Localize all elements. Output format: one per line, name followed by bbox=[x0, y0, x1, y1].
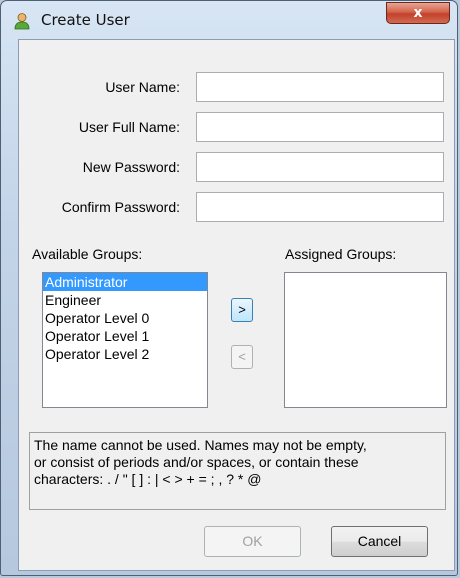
ok-button[interactable]: OK bbox=[204, 526, 301, 557]
new-password-label: New Password: bbox=[82, 159, 180, 175]
list-item-operator-level-2[interactable]: Operator Level 2 bbox=[43, 345, 207, 363]
list-item-engineer[interactable]: Engineer bbox=[43, 291, 207, 309]
user-full-name-input[interactable] bbox=[196, 112, 444, 142]
cancel-button[interactable]: Cancel bbox=[331, 526, 428, 557]
user-name-label: User Name: bbox=[105, 79, 180, 95]
message-line: or consist of periods and/or spaces, or … bbox=[34, 454, 359, 470]
confirm-password-input[interactable] bbox=[196, 192, 444, 222]
chevron-left-icon: < bbox=[238, 349, 246, 364]
new-password-input[interactable] bbox=[196, 152, 444, 182]
title-bar[interactable]: Create User x bbox=[1, 1, 457, 39]
message-line: characters: . / " [ ] : | < > + = ; , ? … bbox=[34, 471, 262, 487]
user-icon bbox=[14, 13, 30, 30]
list-item-administrator[interactable]: Administrator bbox=[43, 273, 207, 291]
chevron-right-icon: > bbox=[238, 302, 246, 317]
available-groups-label: Available Groups: bbox=[32, 246, 143, 262]
confirm-password-label: Confirm Password: bbox=[61, 199, 180, 215]
remove-group-button[interactable]: < bbox=[231, 345, 253, 369]
dialog-body: User Name: User Full Name: New Password:… bbox=[18, 39, 455, 571]
validation-message: The name cannot be used. Names may not b… bbox=[29, 432, 446, 510]
close-button[interactable]: x bbox=[386, 2, 450, 24]
user-name-input[interactable] bbox=[196, 72, 444, 102]
message-line: The name cannot be used. Names may not b… bbox=[34, 437, 367, 453]
window-title: Create User bbox=[41, 11, 130, 29]
user-full-name-label: User Full Name: bbox=[78, 119, 180, 135]
assigned-groups-list[interactable] bbox=[284, 272, 447, 408]
create-user-dialog: Create User x User Name: User Full Name:… bbox=[0, 0, 458, 576]
assigned-groups-label: Assigned Groups: bbox=[285, 246, 397, 262]
list-item-operator-level-0[interactable]: Operator Level 0 bbox=[43, 309, 207, 327]
available-groups-list[interactable]: Administrator Engineer Operator Level 0 … bbox=[42, 272, 208, 408]
close-icon: x bbox=[413, 5, 423, 21]
list-item-operator-level-1[interactable]: Operator Level 1 bbox=[43, 327, 207, 345]
add-group-button[interactable]: > bbox=[231, 298, 253, 322]
